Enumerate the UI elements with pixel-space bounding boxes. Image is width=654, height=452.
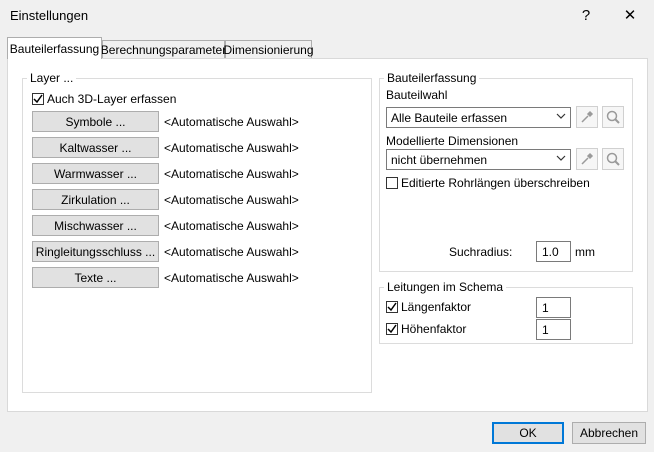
bauteilwahl-select[interactable]: Alle Bauteile erfassen <box>386 107 571 128</box>
layer-ringleitungsschluss-button[interactable]: Ringleitungsschluss ... <box>32 241 159 262</box>
eyedropper-icon <box>581 152 594 165</box>
include-3d-checkbox[interactable] <box>32 93 44 105</box>
eyedropper-icon <box>581 110 594 123</box>
chevron-down-icon <box>556 153 566 166</box>
schema-group-legend: Leitungen im Schema <box>384 281 507 293</box>
layer-symbole-button[interactable]: Symbole ... <box>32 111 159 132</box>
layer-group-legend: Layer ... <box>27 72 77 84</box>
search-radius-unit: mm <box>575 245 595 259</box>
ok-button[interactable]: OK <box>492 422 564 444</box>
dimensions-label: Modellierte Dimensionen <box>386 134 519 148</box>
bauteil-group-legend: Bauteilerfassung <box>384 72 480 84</box>
layer-texte-button[interactable]: Texte ... <box>32 267 159 288</box>
bauteilwahl-label: Bauteilwahl <box>386 88 448 102</box>
layer-mischwasser-button[interactable]: Mischwasser ... <box>32 215 159 236</box>
layer-warmwasser-value: <Automatische Auswahl> <box>164 167 299 181</box>
bauteilwahl-value: Alle Bauteile erfassen <box>391 110 508 125</box>
tab-bauteilerfassung[interactable]: Bauteilerfassung <box>7 37 102 59</box>
layer-kaltwasser-button[interactable]: Kaltwasser ... <box>32 137 159 158</box>
close-icon: ✕ <box>623 7 637 24</box>
window-title: Einstellungen <box>10 8 89 23</box>
tab-berechnungsparameter[interactable]: Berechnungsparameter <box>101 40 226 58</box>
cancel-button[interactable]: Abbrechen <box>572 422 646 444</box>
layer-warmwasser-button[interactable]: Warmwasser ... <box>32 163 159 184</box>
length-factor-label: Längenfaktor <box>401 300 472 314</box>
height-factor-checkbox[interactable] <box>386 323 398 335</box>
edited-lengths-label: Editierte Rohrlängen überschreiben <box>401 176 590 190</box>
edited-lengths-checkbox[interactable] <box>386 177 398 189</box>
pick-bauteil-button[interactable] <box>576 106 598 128</box>
chevron-down-icon <box>556 111 566 124</box>
find-dimension-button[interactable] <box>602 148 624 170</box>
checkmark-icon <box>387 324 397 334</box>
layer-zirkulation-button[interactable]: Zirkulation ... <box>32 189 159 210</box>
length-factor-input[interactable]: 1 <box>536 297 571 318</box>
close-button[interactable]: ✕ <box>610 0 650 30</box>
height-factor-input[interactable]: 1 <box>536 319 571 340</box>
magnifier-icon <box>606 152 620 166</box>
layer-symbole-value: <Automatische Auswahl> <box>164 115 299 129</box>
tab-dimensionierung[interactable]: Dimensionierung <box>223 40 314 58</box>
layer-ringleitungsschluss-value: <Automatische Auswahl> <box>164 245 299 259</box>
help-icon: ? <box>581 6 591 24</box>
search-radius-label: Suchradius: <box>449 245 513 259</box>
dimensions-select[interactable]: nicht übernehmen <box>386 149 571 170</box>
include-3d-label: Auch 3D-Layer erfassen <box>47 92 177 106</box>
layer-mischwasser-value: <Automatische Auswahl> <box>164 219 299 233</box>
checkmark-icon <box>387 302 397 312</box>
magnifier-icon <box>606 110 620 124</box>
checkmark-icon <box>33 94 43 104</box>
search-radius-input[interactable]: 1.0 <box>536 241 571 262</box>
length-factor-checkbox[interactable] <box>386 301 398 313</box>
height-factor-label: Höhenfaktor <box>401 322 467 336</box>
pick-dimension-button[interactable] <box>576 148 598 170</box>
find-bauteil-button[interactable] <box>602 106 624 128</box>
layer-kaltwasser-value: <Automatische Auswahl> <box>164 141 299 155</box>
layer-zirkulation-value: <Automatische Auswahl> <box>164 193 299 207</box>
layer-texte-value: <Automatische Auswahl> <box>164 271 299 285</box>
help-button[interactable]: ? <box>566 0 606 30</box>
dimensions-value: nicht übernehmen <box>391 152 488 167</box>
